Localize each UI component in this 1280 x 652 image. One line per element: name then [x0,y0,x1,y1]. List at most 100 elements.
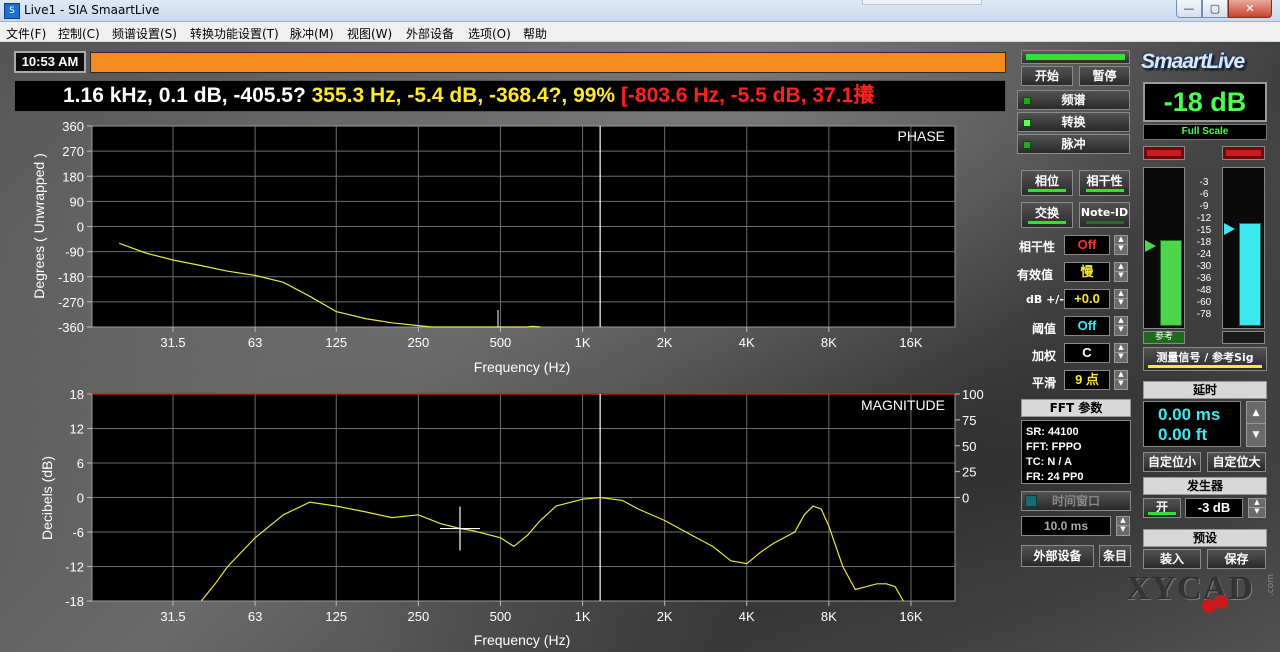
auto-locate-small-button[interactable]: 自定位小 [1143,452,1201,472]
menu-spectrum-settings[interactable]: 频谱设置(S) [112,25,177,42]
magnitude-x-axis-label: Frequency (Hz) [474,632,570,648]
x-tick-label: 500 [490,609,512,624]
generator-level-value[interactable]: -3 dB [1185,498,1243,518]
delay-ms: 0.00 ms [1158,405,1221,424]
transfer-label: 转换 [1061,115,1086,129]
generator-title: 发生器 [1143,477,1267,495]
time-window-button[interactable]: 时间窗口 [1021,491,1131,511]
meter-scale-label: -60 [1196,297,1212,308]
maximize-button[interactable]: ▢ [1202,0,1228,18]
x-tick-label: 4K [739,335,755,350]
run-indicator-fill [1026,54,1125,60]
meter-scale-label: -3 [1199,177,1209,188]
swap-button[interactable]: 交换 [1021,202,1073,228]
impulse-label: 脉冲 [1061,137,1086,151]
run-indicator [1021,50,1130,64]
time-window-spinner[interactable]: ▲ ▼ [1116,516,1130,536]
meter-scale-label: -18 [1196,237,1212,248]
full-scale-label: Full Scale [1143,124,1267,140]
menu-external-devices[interactable]: 外部设备 [406,25,454,42]
menu-impulse[interactable]: 脉冲(M) [290,25,334,42]
auto-locate-large-button[interactable]: 自定位大 [1207,452,1266,472]
smoothing-spinner[interactable]: ▲ ▼ [1114,370,1128,390]
entries-button[interactable]: 条目 [1099,545,1131,567]
signal-select-button[interactable]: 测量信号 / 参考Sig [1143,347,1267,371]
fft-params-title: FFT 参数 [1021,399,1131,417]
x-tick-label: 125 [325,609,347,624]
time-window-led [1025,495,1037,507]
time-window-value[interactable]: 10.0 ms [1021,516,1111,536]
level-pointer-left-icon[interactable] [1145,240,1156,252]
watermark-suffix: .com [1266,573,1277,597]
load-preset-button[interactable]: 装入 [1143,549,1201,569]
coherence-toggle-label: 相干性 [1086,174,1123,188]
weighting-spinner[interactable]: ▲ ▼ [1114,343,1128,363]
meter-scale-label: -9 [1199,201,1209,212]
x-tick-label: 63 [248,609,262,624]
pause-button[interactable]: 暂停 [1079,66,1130,86]
reference-meter-label: 参考 [1143,331,1185,344]
smoothing-value[interactable]: 9 点 [1064,370,1110,390]
plots-svg: 360270180900-90-180-270-360 31.5 63 125 250… [31,119,984,648]
level-pointer-right-icon[interactable] [1224,223,1235,235]
generator-level-spinner[interactable]: ▲ ▼ [1248,498,1266,518]
clip-indicator-right [1222,146,1265,160]
transfer-mode-button[interactable]: 转换 [1017,112,1130,132]
menu-file[interactable]: 文件(F) [6,25,46,42]
menu-help[interactable]: 帮助 [523,25,547,42]
coherence-param-value[interactable]: Off [1064,235,1110,255]
menu-transfer-settings[interactable]: 转换功能设置(T) [190,25,279,42]
rms-spinner[interactable]: ▲ ▼ [1114,262,1128,282]
x-tick-label: 8K [821,335,837,350]
delay-spinner[interactable]: ▲ ▼ [1246,401,1266,447]
close-button[interactable]: ✕ [1228,0,1272,18]
threshold-spinner[interactable]: ▲ ▼ [1114,316,1128,336]
save-preset-button[interactable]: 保存 [1207,549,1266,569]
fft-time-constant: TC: N / A [1026,456,1073,468]
menu-view[interactable]: 视图(W) [347,25,392,42]
window-title: Live1 - SIA SmaartLive [24,3,160,17]
minimize-button[interactable]: — [1176,0,1202,18]
generator-on-button[interactable]: 开 [1143,498,1181,518]
start-button[interactable]: 开始 [1021,66,1073,86]
rms-param-value[interactable]: 慢 [1064,262,1110,282]
weighting-value[interactable]: C [1064,343,1110,363]
impulse-led [1023,141,1031,149]
y-tick-label: 18 [70,387,84,402]
db-offset-spinner[interactable]: ▲ ▼ [1114,289,1128,309]
spectrum-led [1023,97,1031,105]
external-devices-button[interactable]: 外部设备 [1021,545,1094,567]
impulse-mode-button[interactable]: 脉冲 [1017,134,1130,154]
x-tick-label: 250 [408,609,430,624]
menu-control[interactable]: 控制(C) [58,25,100,42]
magnitude-plot[interactable]: 181260-6-12-18 1007550250 31.5 63 125 250 50… [39,387,984,648]
threshold-value[interactable]: Off [1064,316,1110,336]
swap-label: 交换 [1034,206,1059,220]
fft-type: FFT: FPPO [1026,441,1082,453]
coherence-spinner[interactable]: ▲ ▼ [1114,235,1128,255]
x-tick-label: 16K [899,335,922,350]
note-id-label: Note-ID [1080,206,1129,219]
delay-ft: 0.00 ft [1158,425,1208,444]
level-display: -18 dB [1143,82,1267,122]
meter-scale: -3 -6 -9 -12 -15 -18 -24 -30 -36 -48 -60 -78 [1187,177,1221,327]
y-tick-label: 180 [62,169,84,184]
magnitude-plot-label: MAGNITUDE [861,397,945,413]
menu-options[interactable]: 选项(O) [468,25,511,42]
magnitude-x-ticks: 31.5 63 125 250 500 1K 2K 4K 8K 16K [160,601,923,624]
preset-title: 预设 [1143,529,1267,547]
measurement-meter-label [1222,331,1265,344]
db-offset-value[interactable]: +0.0 [1064,289,1110,309]
note-id-button[interactable]: Note-ID [1079,202,1130,228]
clip-indicator-left [1143,146,1185,160]
db-offset-label: dB +/- [1026,293,1064,306]
phase-toggle-button[interactable]: 相位 [1021,170,1073,196]
phase-plot[interactable]: 360 270 180 90 0 -90 -180 -270 -360 31.5 63 125 250… [31,119,956,375]
spectrum-mode-button[interactable]: 频谱 [1017,90,1130,110]
fft-params-box: SR: 44100 FFT: FPPO TC: N / A FR: 24 PP0 [1021,420,1131,484]
y-tick-label: -90 [65,245,84,260]
transfer-led [1023,119,1031,127]
y-tick-label: -6 [72,525,84,540]
coherence-toggle-button[interactable]: 相干性 [1079,170,1130,196]
y-tick-label: -18 [65,594,84,609]
